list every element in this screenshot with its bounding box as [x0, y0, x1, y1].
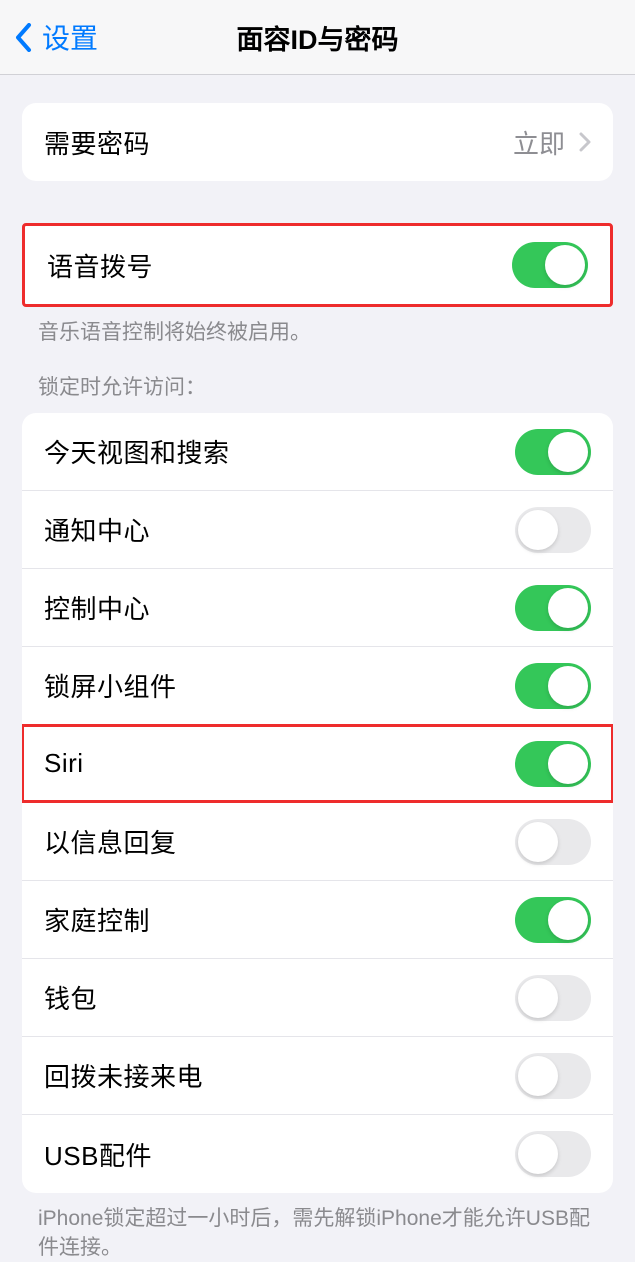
locked-access-toggle[interactable] [515, 741, 591, 787]
locked-access-header: 锁定时允许访问： [0, 347, 635, 409]
locked-access-item-label: 家庭控制 [44, 901, 150, 938]
locked-access-row: 控制中心 [22, 569, 613, 647]
locked-access-toggle[interactable] [515, 663, 591, 709]
voice-dial-group: 语音拨号 [22, 223, 613, 307]
locked-access-toggle[interactable] [515, 819, 591, 865]
locked-access-item-label: Siri [44, 748, 84, 779]
locked-access-row: 今天视图和搜索 [22, 413, 613, 491]
locked-access-row: USB配件 [22, 1115, 613, 1193]
locked-access-group: 今天视图和搜索通知中心控制中心锁屏小组件 Siri 以信息回复家庭控制钱包回拨未接来… [22, 413, 613, 1193]
locked-access-row: 家庭控制 [22, 881, 613, 959]
locked-access-toggle[interactable] [515, 585, 591, 631]
locked-access-row: 钱包 [22, 959, 613, 1037]
locked-access-item-label: 钱包 [44, 979, 97, 1016]
back-button[interactable]: 设置 [0, 17, 98, 57]
voice-dial-footer: 音乐语音控制将始终被启用。 [0, 307, 635, 347]
require-passcode-value: 立即 [513, 124, 591, 161]
locked-access-toggle[interactable] [515, 429, 591, 475]
back-label: 设置 [42, 17, 98, 57]
locked-access-toggle[interactable] [515, 507, 591, 553]
require-passcode-group: 需要密码 立即 [22, 103, 613, 181]
locked-access-footer: iPhone锁定超过一小时后，需先解锁iPhone才能允许USB配件连接。 [0, 1193, 635, 1262]
locked-access-item-label: 以信息回复 [44, 823, 177, 860]
voice-dial-row: 语音拨号 [25, 226, 610, 304]
chevron-left-icon [15, 23, 32, 52]
locked-access-row: 通知中心 [22, 491, 613, 569]
voice-dial-label: 语音拨号 [47, 247, 153, 284]
locked-access-item-label: USB配件 [44, 1136, 152, 1173]
locked-access-row: Siri [22, 725, 613, 803]
require-passcode-label: 需要密码 [44, 124, 150, 161]
locked-access-toggle[interactable] [515, 1053, 591, 1099]
voice-dial-toggle[interactable] [512, 242, 588, 288]
locked-access-item-label: 回拨未接来电 [44, 1057, 203, 1094]
locked-access-item-label: 通知中心 [44, 511, 150, 548]
locked-access-row: 以信息回复 [22, 803, 613, 881]
locked-access-toggle[interactable] [515, 975, 591, 1021]
locked-access-item-label: 控制中心 [44, 589, 150, 626]
page-title: 面容ID与密码 [237, 18, 399, 57]
locked-access-item-label: 锁屏小组件 [44, 667, 177, 704]
locked-access-row: 锁屏小组件 [22, 647, 613, 725]
locked-access-row: 回拨未接来电 [22, 1037, 613, 1115]
locked-access-toggle[interactable] [515, 1131, 591, 1177]
locked-access-toggle[interactable] [515, 897, 591, 943]
require-passcode-row[interactable]: 需要密码 立即 [22, 103, 613, 181]
locked-access-item-label: 今天视图和搜索 [44, 433, 230, 470]
navigation-bar: 设置 面容ID与密码 [0, 0, 635, 75]
chevron-right-icon [579, 132, 591, 152]
